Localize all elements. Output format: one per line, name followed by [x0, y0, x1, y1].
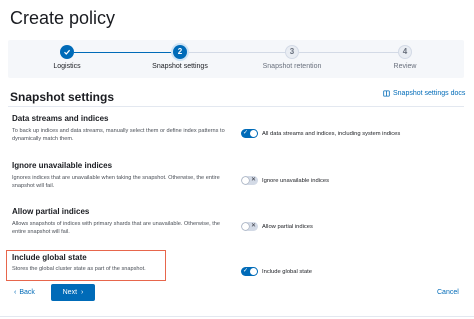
data-streams-switch-row[interactable]: ✓ All data streams and indices, includin… [241, 129, 400, 138]
check-icon: ✓ [243, 130, 249, 136]
allow-partial-title: Allow partial indices [12, 207, 90, 216]
step-3-incomplete[interactable]: 3 [285, 45, 299, 59]
page-title: Create policy [10, 8, 116, 28]
ignore-unavailable-switch[interactable]: ✕ [241, 176, 258, 185]
switch-knob [242, 223, 249, 230]
data-streams-title: Data streams and indices [12, 114, 109, 123]
chevron-right-icon: › [81, 289, 84, 296]
data-streams-switch[interactable]: ✓ [241, 129, 258, 138]
bottom-divider [0, 316, 474, 317]
switch-knob [242, 177, 249, 184]
step-4-label[interactable]: Review [394, 63, 417, 70]
switch-knob [250, 268, 257, 275]
include-global-state-switch[interactable]: ✓ [241, 267, 258, 276]
include-global-state-switch-row[interactable]: ✓ Include global state [241, 267, 312, 276]
docs-link-label[interactable]: Snapshot settings docs [393, 90, 465, 97]
back-button[interactable]: ‹ Back [14, 289, 35, 296]
cancel-button[interactable]: Cancel [437, 289, 459, 296]
step-2-current[interactable]: 2 [173, 45, 187, 59]
section-title: Snapshot settings [10, 90, 115, 104]
step-3-label[interactable]: Snapshot retention [263, 63, 322, 70]
cross-icon: ✕ [250, 177, 256, 183]
next-button[interactable]: Next › [51, 284, 95, 301]
ignore-unavailable-title: Ignore unavailable indices [12, 161, 113, 170]
allow-partial-switch[interactable]: ✕ [241, 222, 258, 231]
data-streams-description: To back up indices and data streams, man… [12, 128, 225, 142]
step-4-incomplete[interactable]: 4 [398, 45, 412, 59]
switch-knob [250, 130, 257, 137]
allow-partial-description: Allows snapshots of indices with primary… [12, 221, 221, 235]
stepper-connector-3 [299, 52, 406, 53]
back-button-label[interactable]: Back [19, 289, 35, 296]
check-icon: ✓ [243, 268, 249, 274]
stepper: 2 3 4 Logistics Snapshot settings Snapsh… [8, 40, 464, 78]
allow-partial-switch-row[interactable]: ✕ Allow partial indices [241, 222, 313, 231]
section-divider [8, 106, 464, 107]
next-button-label[interactable]: Next [63, 289, 77, 296]
ignore-unavailable-switch-row[interactable]: ✕ Ignore unavailable indices [241, 176, 329, 185]
check-icon [64, 49, 71, 55]
step-1-label[interactable]: Logistics [53, 63, 80, 70]
book-icon [383, 90, 390, 97]
step-2-label[interactable]: Snapshot settings [152, 63, 208, 70]
stepper-connector-2 [187, 52, 293, 53]
ignore-unavailable-switch-label[interactable]: Ignore unavailable indices [262, 178, 329, 184]
include-global-state-title: Include global state [12, 253, 87, 262]
snapshot-settings-docs-link[interactable]: Snapshot settings docs [383, 90, 465, 97]
include-global-state-switch-label[interactable]: Include global state [262, 269, 312, 275]
cross-icon: ✕ [250, 223, 256, 229]
chevron-left-icon: ‹ [14, 289, 17, 296]
step-1-complete[interactable] [60, 45, 74, 59]
allow-partial-switch-label[interactable]: Allow partial indices [262, 224, 313, 230]
include-global-state-description: Stores the global cluster state as part … [12, 266, 146, 272]
stepper-connector-1 [74, 52, 181, 53]
data-streams-switch-label[interactable]: All data streams and indices, including … [262, 131, 400, 137]
ignore-unavailable-description: Ignores indices that are unavailable whe… [12, 175, 220, 189]
